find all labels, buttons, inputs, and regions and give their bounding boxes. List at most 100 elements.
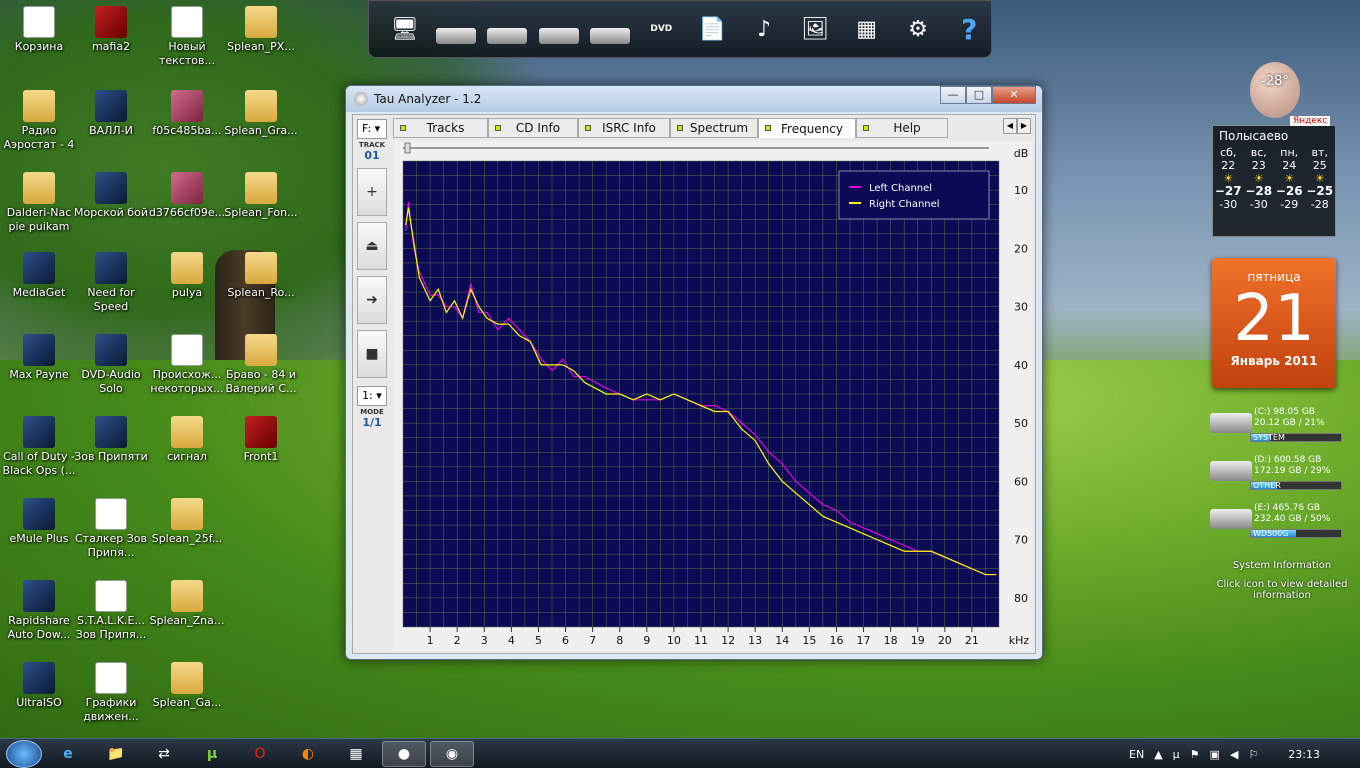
volume-icon[interactable]: ◀ <box>1230 748 1238 761</box>
tab-scroll-left-icon[interactable]: ◀ <box>1003 118 1017 134</box>
sysinfo-hint: Click icon to view detailed information <box>1216 579 1348 601</box>
dvd-drive-icon[interactable]: DVD <box>640 9 683 49</box>
desktop-icon[interactable]: Новый текстов... <box>148 6 226 68</box>
tray-expand-icon[interactable]: ▲ <box>1154 748 1162 761</box>
music-icon[interactable]: ♪ <box>742 9 785 49</box>
window-titlebar[interactable]: Tau Analyzer - 1.2 — □ ✕ <box>346 86 1042 112</box>
tab-cd-info[interactable]: CD Info <box>488 118 578 138</box>
ie-icon[interactable]: e <box>46 741 90 767</box>
tab-scroll-right-icon[interactable]: ▶ <box>1017 118 1031 134</box>
stop-button[interactable]: ■ <box>357 330 387 378</box>
grid-app-icon[interactable]: ▦ <box>334 741 378 767</box>
desktop-icon[interactable]: Сталкер Зов Припя... <box>72 498 150 560</box>
tab-tracks[interactable]: Tracks <box>393 118 488 138</box>
desktop-icon[interactable]: Радио Аэростат - 4 <box>0 90 78 152</box>
desktop-icon[interactable]: Splean_Gra... <box>222 90 300 138</box>
maximize-button[interactable]: □ <box>966 86 992 104</box>
desktop-icon[interactable]: Max Payne <box>0 334 78 382</box>
gear-icon[interactable]: ⚙ <box>896 9 939 49</box>
desktop-icon[interactable]: Splean_Ga... <box>148 662 226 710</box>
drive-entry[interactable]: (D:) 600.58 GB 172.19 GB / 29% OTHER <box>1208 453 1358 501</box>
drive-select[interactable]: F: ▾ <box>357 119 387 139</box>
tab-help[interactable]: Help <box>856 118 948 138</box>
computer-icon[interactable]: 🖥 <box>383 9 426 49</box>
eject-button[interactable]: ⏏ <box>357 222 387 270</box>
desktop-icon[interactable]: f05c485ba... <box>148 90 226 138</box>
utorrent-icon[interactable]: µ <box>190 741 234 767</box>
desktop-icon[interactable]: Зов Припяти <box>72 416 150 464</box>
explorer-icon[interactable]: 📁 <box>94 741 138 767</box>
tab-label: Tracks <box>426 121 465 135</box>
opera-icon[interactable]: O <box>238 741 282 767</box>
drive-icon[interactable] <box>486 9 529 49</box>
app-icon-orange[interactable]: ◐ <box>286 741 330 767</box>
help-icon[interactable]: ? <box>948 9 991 49</box>
network-icon[interactable]: ⇄ <box>142 741 186 767</box>
network-tray-icon[interactable]: ▣ <box>1210 748 1220 761</box>
desktop-icon[interactable]: Splean_Ro... <box>222 252 300 300</box>
desktop-icon[interactable]: Splean_Zna... <box>148 580 226 628</box>
drive-text: (D:) 600.58 GB 172.19 GB / 29% <box>1254 455 1330 477</box>
desktop-icon[interactable]: Need for Speed <box>72 252 150 314</box>
desktop-icon[interactable]: pulya <box>148 252 226 300</box>
desktop-icon[interactable]: eMule Plus <box>0 498 78 546</box>
action-center-icon[interactable]: ⚐ <box>1248 748 1258 761</box>
desktop-icon[interactable]: Корзина <box>0 6 78 54</box>
webcam-app-icon[interactable]: ◉ <box>430 740 474 767</box>
drive-icon[interactable] <box>588 9 631 49</box>
drive-usage-bar: WD500G <box>1250 529 1342 538</box>
pictures-icon[interactable]: 🖼 <box>794 9 837 49</box>
desktop-icon[interactable]: MediaGet <box>0 252 78 300</box>
drive-label: WD500G <box>1253 529 1289 538</box>
desktop-icon[interactable]: ВАЛЛ-И <box>72 90 150 138</box>
desktop-icon[interactable]: Splean_PX... <box>222 6 300 54</box>
desktop-icon[interactable]: сигнал <box>148 416 226 464</box>
desktop-icon[interactable]: Splean_25f... <box>148 498 226 546</box>
clock[interactable]: 23:13 <box>1288 748 1320 761</box>
add-button[interactable]: + <box>357 168 387 216</box>
desktop-icon[interactable]: mafia2 <box>72 6 150 54</box>
close-button[interactable]: ✕ <box>992 86 1036 104</box>
drive-text: (C:) 98.05 GB 20.12 GB / 21% <box>1254 407 1325 429</box>
desktop-icon[interactable]: d3766cf09e... <box>148 172 226 220</box>
control-panel-icon[interactable]: ▦ <box>845 9 888 49</box>
desktop-icon[interactable]: Call of Duty - Black Ops (... <box>0 416 78 478</box>
next-button[interactable]: ➜ <box>357 276 387 324</box>
desktop-icon-label: DVD-Audio Solo <box>81 368 141 395</box>
desktop-icon[interactable]: Dalderi-Nac pie puikam <box>0 172 78 234</box>
sysinfo-gadget[interactable]: System Information Click icon to view de… <box>1212 560 1352 601</box>
desktop-icon[interactable]: Splean_Fon... <box>222 172 300 220</box>
desktop-icon[interactable]: Браво - 84 и Валерий С... <box>222 334 300 396</box>
desktop-icon[interactable]: Происхож... некоторых... <box>148 334 226 396</box>
tau-analyzer-taskbar-icon[interactable]: ● <box>382 740 426 767</box>
desktop-icon[interactable]: Морской бой <box>72 172 150 220</box>
desktop-icon[interactable]: Front1 <box>222 416 300 464</box>
desktop-icon-label: Новый текстов... <box>159 40 215 67</box>
start-button[interactable] <box>6 739 42 768</box>
minimize-button[interactable]: — <box>940 86 966 104</box>
desktop-icon[interactable]: S.T.A.L.K.E... Зов Припя... <box>72 580 150 642</box>
tab-isrc-info[interactable]: ISRC Info <box>578 118 670 138</box>
utorrent-tray-icon[interactable]: µ <box>1173 748 1180 761</box>
flag-icon[interactable]: ⚑ <box>1190 748 1200 761</box>
drive-icon[interactable] <box>434 9 477 49</box>
file-icon <box>95 6 127 38</box>
desktop-icon-label: Графики движен... <box>83 696 139 723</box>
calendar-gadget[interactable]: пятница 21 Январь 2011 <box>1212 258 1336 388</box>
weather-gadget[interactable]: Полысаево сб, вс, пн, вт, 22 23 24 25 ☀ ☀ ☀ ☀ −27 −28… <box>1212 125 1336 237</box>
mode-select[interactable]: 1: ▾ <box>357 386 387 406</box>
language-indicator[interactable]: EN <box>1129 748 1144 761</box>
desktop-icon[interactable]: DVD-Audio Solo <box>72 334 150 396</box>
drive-entry[interactable]: (C:) 98.05 GB 20.12 GB / 21% SYSTEM <box>1208 405 1358 453</box>
desktop-icon-label: S.T.A.L.K.E... Зов Припя... <box>75 614 147 641</box>
desktop-icon[interactable]: Rapidshare Auto Dow... <box>0 580 78 642</box>
folder-icon <box>171 580 203 612</box>
tab-frequency[interactable]: Frequency <box>758 118 856 138</box>
drive-icon[interactable] <box>537 9 580 49</box>
desktop-icon[interactable]: Графики движен... <box>72 662 150 724</box>
drive-entry[interactable]: (E:) 465.76 GB 232.40 GB / 50% WD500G <box>1208 501 1358 549</box>
tab-spectrum[interactable]: Spectrum <box>670 118 758 138</box>
desktop-icon-label: Call of Duty - Black Ops (... <box>2 450 76 477</box>
desktop-icon[interactable]: UltraISO <box>0 662 78 710</box>
documents-icon[interactable]: 📄 <box>691 9 734 49</box>
